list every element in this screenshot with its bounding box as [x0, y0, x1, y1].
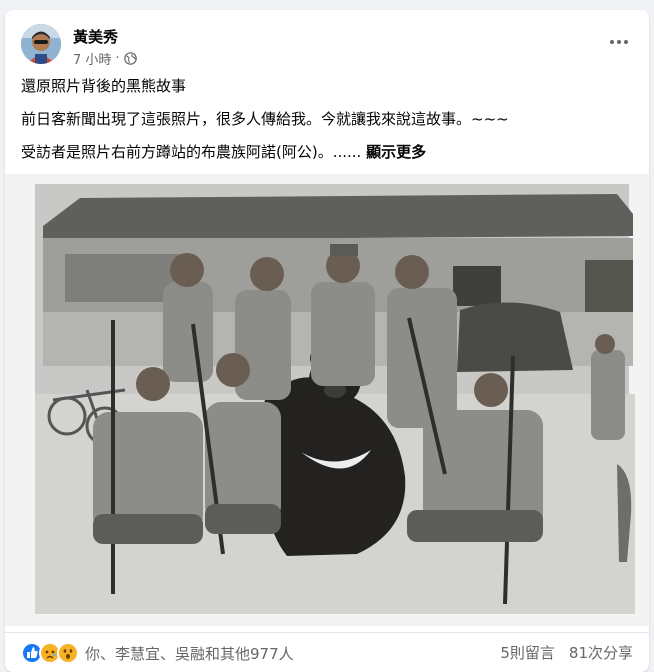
wow-icon: [57, 642, 79, 664]
more-horizontal-icon[interactable]: [603, 30, 635, 54]
post-time[interactable]: 7 小時: [73, 49, 111, 68]
stats-spacer: [555, 642, 569, 663]
shares-count[interactable]: 81次分享: [569, 642, 633, 663]
post-photo[interactable]: [5, 174, 649, 626]
reactions-text: 你、李慧宜、吳融和其他977人: [85, 644, 294, 663]
post-meta: 7 小時 ·: [73, 49, 137, 68]
engagement-stats: 5則留言 81次分享: [500, 642, 633, 663]
comments-count[interactable]: 5則留言: [500, 642, 555, 663]
post-line-1: 還原照片背後的黑熊故事: [21, 77, 187, 95]
post-footer: 你、李慧宜、吳融和其他977人 5則留言 81次分享: [5, 632, 649, 672]
author-avatar[interactable]: [21, 24, 61, 64]
post-line-3: 受訪者是照片右前方蹲站的布農族阿諾(阿公)。...... 顯示更多: [21, 142, 621, 163]
post-line-2: 前日客新聞出現了這張照片，很多人傳給我。今就讓我來說這故事。~~~: [21, 110, 509, 128]
meta-separator: ·: [115, 51, 120, 66]
author-name[interactable]: 黃美秀: [73, 26, 118, 47]
post-line-3-text: 受訪者是照片右前方蹲站的布農族阿諾(阿公)。......: [21, 143, 362, 161]
post-header: 黃美秀 7 小時 ·: [5, 10, 649, 74]
post-card: 黃美秀 7 小時 · 還原照片背後的黑熊故事 前日客新聞出現了這張照片，很多人傳…: [5, 10, 649, 672]
reactions-summary[interactable]: 你、李慧宜、吳融和其他977人: [21, 642, 294, 664]
post-text: 還原照片背後的黑熊故事 前日客新聞出現了這張照片，很多人傳給我。今就讓我來說這故…: [21, 76, 621, 175]
see-more-link[interactable]: 顯示更多: [366, 143, 426, 161]
globe-icon[interactable]: [123, 52, 137, 65]
